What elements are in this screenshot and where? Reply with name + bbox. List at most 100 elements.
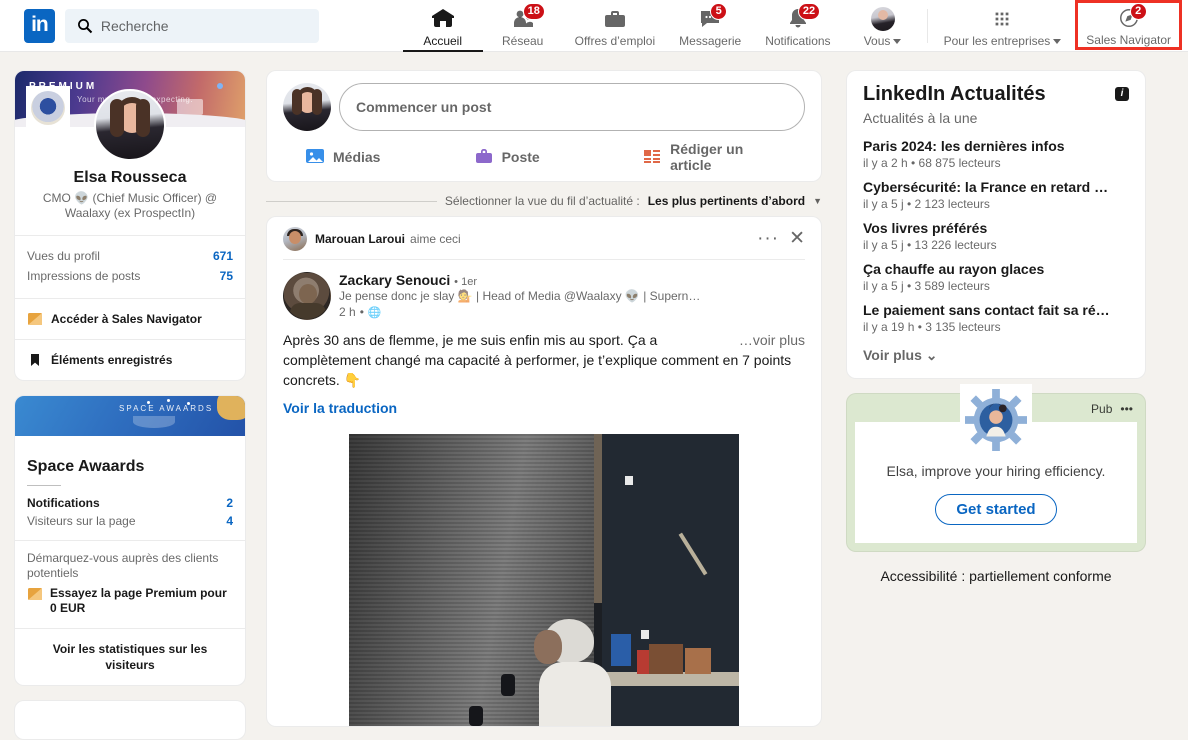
stat-row[interactable]: Impressions de posts 75 xyxy=(27,266,233,286)
article-icon xyxy=(642,146,662,169)
ad-text: Elsa, improve your hiring efficiency. xyxy=(873,462,1119,480)
news-item-meta: il y a 19 h • 3 135 lecteurs xyxy=(863,320,1129,334)
get-started-button[interactable]: Get started xyxy=(935,494,1056,525)
composer-action-job[interactable]: Poste xyxy=(474,141,643,173)
nav-divider xyxy=(927,9,928,43)
accessibility-footer[interactable]: Accessibilité : partiellement conforme xyxy=(846,568,1146,584)
post-see-more[interactable]: …voir plus xyxy=(739,330,805,350)
search-box[interactable] xyxy=(65,9,319,43)
start-post-input[interactable]: Commencer un post xyxy=(339,83,805,131)
more-options-icon[interactable]: ··· xyxy=(747,234,789,244)
nav-item-label: Offres d’emploi xyxy=(575,34,655,48)
sales-navigator-tile-icon xyxy=(27,586,43,602)
news-see-more-button[interactable]: Voir plus ⌄ xyxy=(863,337,1129,370)
feed-sort-row[interactable]: Sélectionner la vue du fil d’actualité :… xyxy=(266,194,822,208)
avatar[interactable] xyxy=(283,227,307,251)
avatar[interactable] xyxy=(283,272,331,320)
profile-headline: CMO 👽 (Chief Music Officer) @ Waalaxy (e… xyxy=(27,191,233,221)
ad-body: Elsa, improve your hiring efficiency. Ge… xyxy=(855,422,1137,543)
profile-name[interactable]: Elsa Rousseca xyxy=(15,169,245,187)
sidebar-item-sales-navigator[interactable]: Accéder à Sales Navigator xyxy=(15,299,245,339)
nav-item-vous[interactable]: Vous xyxy=(843,0,923,52)
post-context: Marouan Laroui aime ceci ··· ✕ xyxy=(267,217,821,259)
news-item-title: Le paiement sans contact fait sa ré… xyxy=(863,301,1129,319)
briefcase-icon xyxy=(474,146,494,169)
news-see-more-label: Voir plus xyxy=(863,347,922,363)
stat-label: Impressions de posts xyxy=(27,269,140,283)
page-banner-word: SPACE AWAARDS xyxy=(119,404,213,413)
composer-action-article[interactable]: Rédiger un article xyxy=(642,141,783,173)
main-feed: Commencer un post Médias Poste xyxy=(266,70,822,727)
linkedin-logo[interactable]: in xyxy=(24,9,55,43)
composer-top: Commencer un post xyxy=(283,83,805,131)
ad-label: Pub xyxy=(1091,402,1112,416)
nav-items: Accueil 18 Réseau Offres d’emploi 5 Mess… xyxy=(403,0,1188,52)
promo-link[interactable]: Essayez la page Premium pour 0 EUR xyxy=(27,586,233,616)
page-row-label: Notifications xyxy=(27,496,100,510)
news-item[interactable]: Le paiement sans contact fait sa ré… il … xyxy=(863,296,1129,337)
post-author-degree: • 1er xyxy=(454,276,477,288)
advertisement-card: Pub ••• xyxy=(846,393,1146,552)
post-time-row: 2 h • 🌐 xyxy=(339,305,700,319)
news-item[interactable]: Vos livres préférés il y a 5 j • 13 226 … xyxy=(863,214,1129,255)
news-item[interactable]: Cybersécurité: la France en retard … il … xyxy=(863,173,1129,214)
image-icon xyxy=(305,146,325,169)
news-item[interactable]: Ça chauffe au rayon glaces il y a 5 j • … xyxy=(863,255,1129,296)
nav-item-reseau[interactable]: 18 Réseau xyxy=(483,0,563,52)
gear-person-icon xyxy=(960,384,1032,456)
bookmark-icon xyxy=(27,352,43,368)
chevron-down-icon: ⌄ xyxy=(926,347,938,363)
feed-sort-value: Les plus pertinents d’abord xyxy=(648,194,805,208)
avatar[interactable] xyxy=(94,89,166,161)
nav-item-pour-les-entreprises[interactable]: Pour les entreprises xyxy=(932,0,1074,52)
briefcase-icon xyxy=(603,7,627,31)
more-options-icon[interactable]: ••• xyxy=(1120,402,1133,416)
nav-item-offres-demploi[interactable]: Offres d’emploi xyxy=(563,0,667,52)
page-footer-link[interactable]: Voir les statistiques sur les visiteurs xyxy=(15,629,245,685)
post-author-name[interactable]: Zackary Senouci xyxy=(339,272,450,288)
nav-item-label: Messagerie xyxy=(679,34,741,48)
nav-item-label: Notifications xyxy=(765,34,830,48)
page-body: PREMIUM Your multiverse is expecting. El… xyxy=(0,52,1188,732)
news-item-meta: il y a 5 j • 2 123 lecteurs xyxy=(863,197,1129,211)
nav-item-label: Accueil xyxy=(423,34,462,48)
composer-action-media[interactable]: Médias xyxy=(305,141,474,173)
chevron-down-icon[interactable]: ▼ xyxy=(813,196,822,206)
sidebar-item-label: Accéder à Sales Navigator xyxy=(51,312,202,326)
news-item-title: Cybersécurité: la France en retard … xyxy=(863,178,1129,196)
left-sidebar: PREMIUM Your multiverse is expecting. El… xyxy=(14,70,246,740)
avatar[interactable] xyxy=(283,83,331,131)
nav-item-label: Réseau xyxy=(502,34,543,48)
divider xyxy=(27,485,61,486)
news-item[interactable]: Paris 2024: les dernières infos il y a 2… xyxy=(863,132,1129,173)
page-row-visitors[interactable]: Visiteurs sur la page 4 xyxy=(27,512,233,530)
page-name[interactable]: Space Awaards xyxy=(27,458,233,476)
post-context-name[interactable]: Marouan Laroui xyxy=(315,232,405,246)
banner-planet-icon xyxy=(217,83,223,89)
post-text-block: …voir plus Après 30 ans de flemme, je me… xyxy=(267,320,821,390)
nav-item-notifications[interactable]: 22 Notifications xyxy=(753,0,842,52)
page-body-block: Space Awaards Notifications 2 Visiteurs … xyxy=(15,436,245,530)
news-item-meta: il y a 5 j • 13 226 lecteurs xyxy=(863,238,1129,252)
close-icon[interactable]: ✕ xyxy=(789,232,805,246)
info-icon[interactable]: i xyxy=(1115,87,1129,101)
page-row-notifications[interactable]: Notifications 2 xyxy=(27,494,233,512)
post-translate-link[interactable]: Voir la traduction xyxy=(267,390,821,416)
nav-badge: 18 xyxy=(523,3,545,20)
linkedin-news-card: LinkedIn Actualités i Actualités à la un… xyxy=(846,70,1146,379)
post-author-block: Zackary Senouci • 1er Je pense donc je s… xyxy=(267,260,821,320)
post-author-headline: Je pense donc je slay 💁 | Head of Media … xyxy=(339,289,700,303)
nav-item-accueil[interactable]: Accueil xyxy=(403,0,483,52)
post-image[interactable] xyxy=(349,434,739,726)
nav-item-messagerie[interactable]: 5 Messagerie xyxy=(667,0,753,52)
grid-apps-icon xyxy=(991,7,1013,31)
avatar xyxy=(871,7,895,31)
search-input[interactable] xyxy=(101,18,311,34)
profile-stats: Vues du profil 671 Impressions de posts … xyxy=(15,236,245,298)
sidebar-item-saved-items[interactable]: Éléments enregistrés xyxy=(15,340,245,380)
company-page-card: SPACE AWAARDS Space Awaards Notification… xyxy=(14,395,246,686)
stat-row[interactable]: Vues du profil 671 xyxy=(27,246,233,266)
page-banner-trophy-decor xyxy=(217,396,245,420)
home-icon xyxy=(431,7,455,31)
nav-item-sales-navigator[interactable]: 2 Sales Navigator xyxy=(1075,0,1182,50)
